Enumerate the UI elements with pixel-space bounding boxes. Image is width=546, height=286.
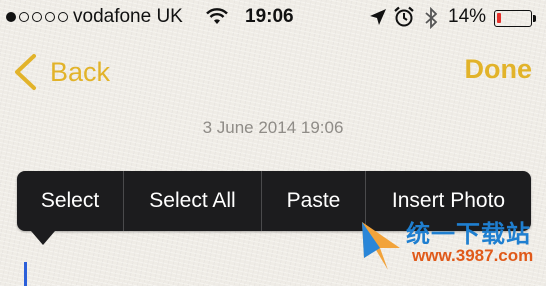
signal-dot bbox=[19, 12, 29, 22]
note-date: 3 June 2014 19:06 bbox=[202, 118, 344, 137]
signal-dot bbox=[45, 12, 55, 22]
watermark: 统一下载站 www.3987.com bbox=[360, 212, 540, 276]
watermark-title: 统一下载站 bbox=[406, 221, 531, 248]
battery-level-fill bbox=[497, 13, 501, 23]
done-button[interactable]: Done bbox=[465, 54, 533, 85]
context-menu-pointer bbox=[31, 231, 55, 245]
wifi-icon bbox=[205, 8, 229, 32]
status-time: 19:06 bbox=[245, 6, 294, 27]
watermark-url: www.3987.com bbox=[412, 246, 534, 265]
signal-dot bbox=[32, 12, 42, 22]
menu-item-select[interactable]: Select bbox=[17, 171, 123, 231]
back-button[interactable]: Back bbox=[12, 52, 110, 92]
signal-dot bbox=[6, 12, 16, 22]
back-button-label: Back bbox=[50, 56, 111, 87]
status-bar: vodafone UK 19:06 14% bbox=[0, 0, 546, 36]
signal-dot bbox=[58, 12, 68, 22]
menu-item-paste[interactable]: Paste bbox=[261, 171, 365, 231]
watermark-logo bbox=[362, 222, 400, 270]
menu-item-select-all[interactable]: Select All bbox=[123, 171, 261, 231]
text-insertion-cursor bbox=[24, 262, 27, 286]
chevron-left-icon bbox=[15, 54, 36, 90]
bluetooth-icon bbox=[424, 6, 438, 35]
location-arrow-icon bbox=[369, 8, 387, 32]
battery-icon bbox=[494, 10, 536, 27]
alarm-clock-icon bbox=[394, 6, 414, 34]
battery-percentage: 14% bbox=[448, 6, 487, 27]
carrier-name: vodafone UK bbox=[73, 6, 183, 27]
battery-terminal bbox=[533, 15, 536, 22]
cellular-signal-icon bbox=[6, 12, 68, 22]
